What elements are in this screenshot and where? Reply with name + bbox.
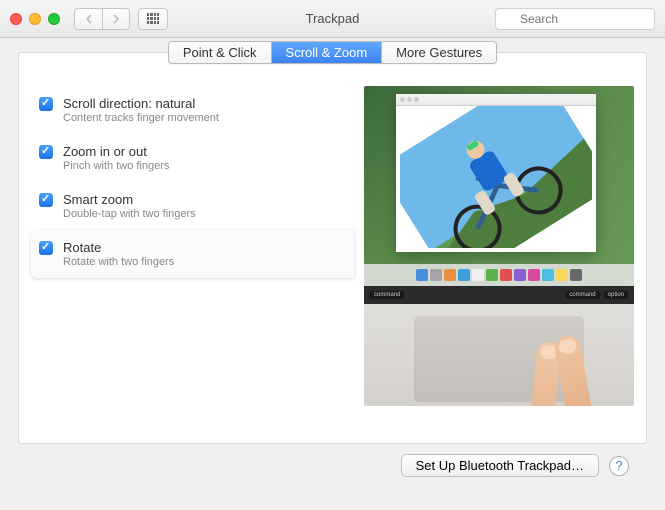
option-title: Rotate (63, 240, 174, 255)
chevron-right-icon (112, 14, 120, 24)
minimize-window-button[interactable] (29, 13, 41, 25)
nav-buttons (74, 8, 130, 30)
option-scroll-direction[interactable]: Scroll direction: natural Content tracks… (31, 86, 354, 134)
show-all-button[interactable] (138, 8, 168, 30)
zoom-window-button[interactable] (48, 13, 60, 25)
grid-icon (147, 13, 159, 25)
option-desc: Content tracks finger movement (63, 112, 219, 124)
preview-keyboard-row: command command option (364, 286, 634, 304)
option-desc: Rotate with two fingers (63, 256, 174, 268)
search-input[interactable] (495, 8, 655, 30)
option-title: Zoom in or out (63, 144, 169, 159)
preview-trackpad (364, 304, 634, 406)
preview-desktop (364, 86, 634, 286)
option-title: Smart zoom (63, 192, 196, 207)
option-rotate[interactable]: Rotate Rotate with two fingers (31, 230, 354, 278)
close-window-button[interactable] (10, 13, 22, 25)
tab-scroll-zoom[interactable]: Scroll & Zoom (272, 42, 383, 63)
forward-button[interactable] (102, 8, 130, 30)
back-button[interactable] (74, 8, 102, 30)
preview-fingers (490, 336, 600, 406)
preferences-panel: Point & Click Scroll & Zoom More Gesture… (18, 52, 647, 444)
checkbox-icon[interactable] (39, 145, 53, 159)
tab-bar: Point & Click Scroll & Zoom More Gesture… (168, 41, 497, 64)
window-controls (10, 13, 60, 25)
setup-bluetooth-button[interactable]: Set Up Bluetooth Trackpad… (401, 454, 599, 477)
option-desc: Double-tap with two fingers (63, 208, 196, 220)
tab-more-gestures[interactable]: More Gestures (382, 42, 496, 63)
option-zoom[interactable]: Zoom in or out Pinch with two fingers (31, 134, 354, 182)
titlebar: Trackpad (0, 0, 665, 38)
checkbox-icon[interactable] (39, 97, 53, 111)
preview-photo (400, 106, 592, 248)
option-smart-zoom[interactable]: Smart zoom Double-tap with two fingers (31, 182, 354, 230)
options-list: Scroll direction: natural Content tracks… (31, 86, 354, 406)
option-desc: Pinch with two fingers (63, 160, 169, 172)
gesture-preview: command command option (364, 86, 634, 406)
preview-dock (364, 264, 634, 286)
help-button[interactable]: ? (609, 456, 629, 476)
preview-window (396, 94, 596, 252)
checkbox-icon[interactable] (39, 241, 53, 255)
chevron-left-icon (85, 14, 93, 24)
option-title: Scroll direction: natural (63, 96, 219, 111)
tab-point-click[interactable]: Point & Click (169, 42, 272, 63)
checkbox-icon[interactable] (39, 193, 53, 207)
